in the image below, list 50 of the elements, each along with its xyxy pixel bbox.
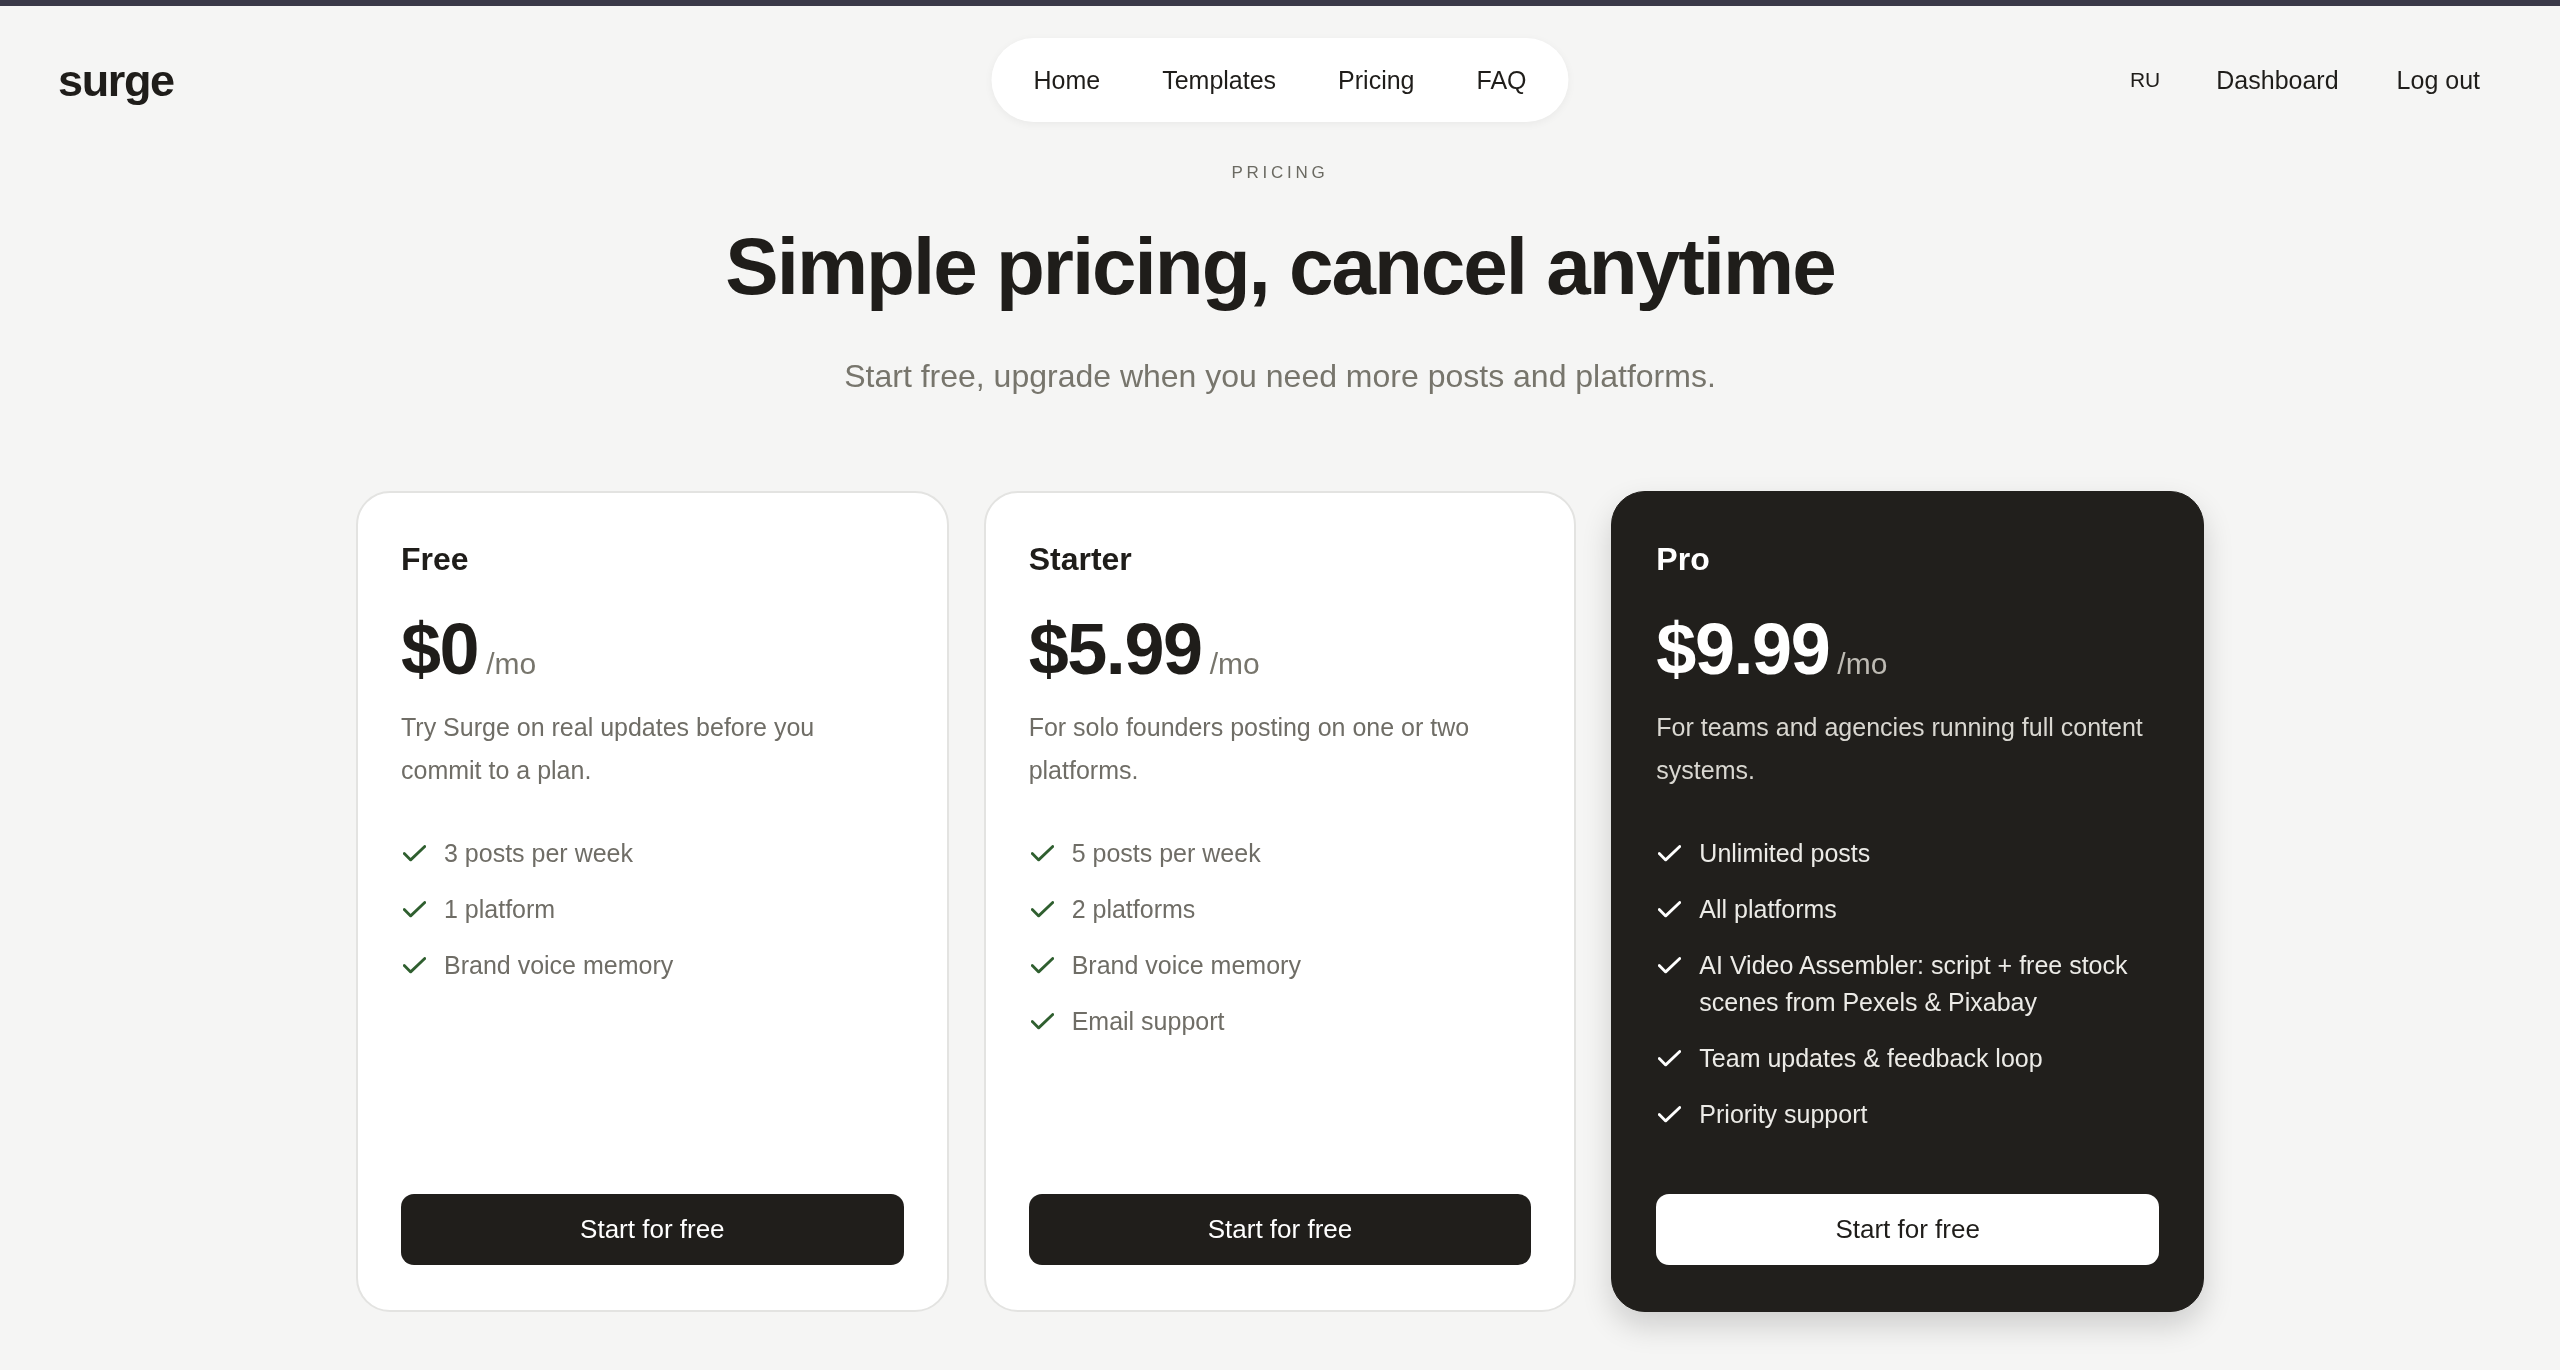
- feature-text: Brand voice memory: [1071, 950, 1301, 981]
- check-icon: [403, 957, 426, 974]
- plan-name: Starter: [1028, 540, 1133, 578]
- feature-text: AI Video Assembler: script + free stock scenes from Pexels & Pixabay: [1699, 950, 2129, 1018]
- eyebrow-label: PRICING: [1231, 162, 1329, 184]
- feature-text: All platforms: [1699, 894, 1837, 925]
- check-icon: [1658, 1106, 1682, 1123]
- plan-name: Free: [401, 540, 470, 578]
- feature-text: 5 posts per week: [1071, 838, 1261, 869]
- feature-text: Unlimited posts: [1699, 838, 1871, 869]
- feature-text: Email support: [1071, 1006, 1225, 1037]
- price-period: /mo: [1837, 647, 1888, 681]
- start-button[interactable]: Start for free: [401, 1194, 904, 1265]
- feature-text: Team updates & feedback loop: [1699, 1043, 2043, 1074]
- nav-link[interactable]: Templates: [1162, 64, 1277, 96]
- check-icon: [1658, 957, 1682, 974]
- plan-description: For teams and agencies running full content systems.: [1656, 712, 2144, 786]
- check-icon: [1030, 845, 1054, 862]
- start-button[interactable]: Start for free: [1028, 1194, 1532, 1265]
- language-link[interactable]: RU: [2129, 66, 2161, 94]
- check-icon: [1030, 1013, 1054, 1030]
- nav-link[interactable]: FAQ: [1476, 64, 1527, 96]
- check-icon: [1658, 1050, 1682, 1067]
- check-icon: [1658, 901, 1682, 918]
- plan-price: $0: [401, 616, 479, 682]
- check-icon: [1658, 845, 1682, 862]
- nav-link[interactable]: Home: [1033, 64, 1101, 96]
- check-icon: [1030, 957, 1054, 974]
- feature-text: 1 platform: [444, 894, 556, 925]
- feature-text: 3 posts per week: [444, 838, 633, 869]
- plan-description: Try Surge on real updates before you commit to a plan.: [401, 712, 816, 786]
- feature-text: Priority support: [1699, 1099, 1868, 1130]
- nav-link[interactable]: Dashboard: [2216, 64, 2339, 96]
- nav-link[interactable]: Log out: [2396, 64, 2480, 96]
- page-heading: Simple pricing, cancel anytime: [725, 223, 1835, 311]
- feature-text: 2 platforms: [1071, 894, 1196, 925]
- price-period: /mo: [486, 647, 537, 681]
- plan-price: $5.99: [1028, 616, 1202, 682]
- check-icon: [403, 845, 426, 862]
- price-period: /mo: [1209, 647, 1260, 681]
- plan-price: $9.99: [1656, 616, 1830, 682]
- page-subtitle: Start free, upgrade when you need more posts and platforms.: [844, 357, 1716, 396]
- plan-name: Pro: [1656, 540, 1711, 578]
- check-icon: [1030, 901, 1054, 918]
- check-icon: [403, 901, 426, 918]
- plan-description: For solo founders posting on one or two platforms.: [1028, 712, 1471, 786]
- nav-link[interactable]: Pricing: [1338, 64, 1415, 96]
- logo[interactable]: surge: [58, 57, 174, 103]
- start-button[interactable]: Start for free: [1656, 1194, 2159, 1265]
- feature-text: Brand voice memory: [444, 950, 674, 981]
